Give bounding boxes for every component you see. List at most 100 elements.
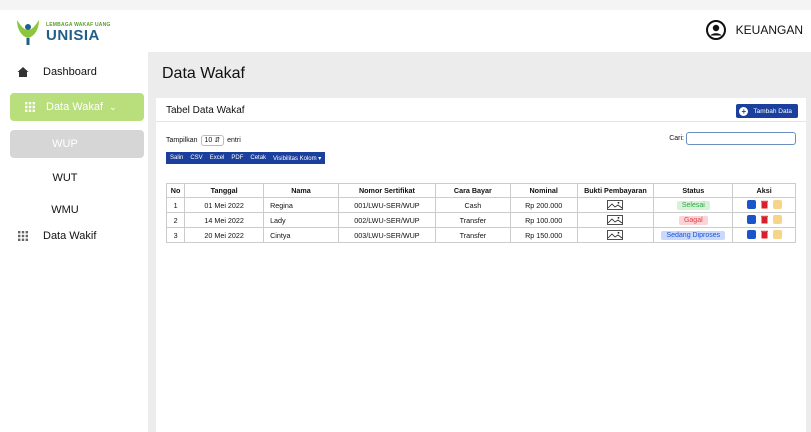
cell-date: 20 Mei 2022 [184, 227, 265, 243]
cell-payment-method: Transfer [434, 212, 511, 228]
table-row: 3 20 Mei 2022 Cintya 003/LWU-SER/WUP Tra… [165, 227, 796, 243]
top-band [0, 0, 811, 10]
search-label: Cari: [669, 135, 684, 142]
table-header-row: No Tanggal Nama Nomor Sertifikat Cara Ba… [165, 183, 796, 198]
cell-status: Gagal [653, 212, 734, 228]
entries-length: Tampilkan 10 ⇵ entri [166, 135, 241, 146]
logo[interactable]: LEMBAGA WAKAF UANG UNISIA [14, 17, 111, 47]
user-name: KEUANGAN [735, 23, 803, 37]
edit-icon[interactable] [746, 214, 756, 224]
col-header[interactable]: Status [653, 183, 734, 198]
sidebar-item-label: WUP [52, 138, 78, 150]
column-visibility-button[interactable]: Visibilitas Kolom ▾ [273, 155, 321, 162]
col-header[interactable]: Nomor Sertifikat [337, 183, 436, 198]
cell-certificate: 003/LWU-SER/WUP [337, 227, 436, 243]
cell-status: Selesai [653, 197, 734, 213]
cell-no: 2 [165, 212, 186, 228]
page-title: Data Wakaf [162, 65, 245, 82]
sidebar-item-label: Data Wakaf [46, 101, 104, 113]
status-badge: Selesai [676, 201, 710, 210]
table-row: 1 01 Mei 2022 Regina 001/LWU-SER/WUP Cas… [165, 197, 796, 213]
pdf-button[interactable]: PDF [231, 155, 243, 161]
sidebar-item-wup[interactable]: WUP [10, 130, 144, 158]
col-header[interactable]: Aksi [732, 183, 796, 198]
length-suffix: entri [227, 137, 241, 144]
cell-proof [576, 197, 655, 213]
add-data-label: Tambah Data [753, 107, 792, 115]
excel-button[interactable]: Excel [210, 155, 225, 161]
grid-icon [18, 231, 28, 241]
edit-icon[interactable] [746, 199, 756, 209]
logo-big-text: UNISIA [46, 26, 100, 44]
more-icon[interactable] [772, 214, 782, 224]
cell-actions [732, 212, 796, 228]
cell-amount: Rp 100.000 [509, 212, 578, 228]
sidebar-item-data-wakaf[interactable]: Data Wakaf ⌄ [10, 93, 144, 121]
sidebar-item-wmu[interactable]: WMU [10, 196, 144, 224]
export-buttons: Salin CSV Excel PDF Cetak Visibilitas Ko… [166, 152, 326, 164]
col-header[interactable]: Nominal [509, 183, 578, 198]
status-badge: Gagal [678, 216, 708, 225]
trash-icon[interactable] [760, 215, 769, 224]
cell-status: Sedang Diproses [653, 227, 734, 243]
col-header[interactable]: Bukti Pembayaran [576, 183, 655, 198]
sidebar-item-label: WUT [52, 172, 78, 184]
chevron-down-icon: ⌄ [109, 101, 117, 112]
sidebar-item-dashboard[interactable]: Dashboard [17, 66, 97, 78]
cell-amount: Rp 150.000 [509, 227, 578, 243]
sidebar-item-data-wakif[interactable]: Data Wakif [17, 230, 96, 242]
image-icon[interactable] [607, 200, 624, 210]
length-select[interactable]: 10 ⇵ [200, 135, 225, 146]
cell-payment-method: Cash [434, 197, 511, 213]
main-content: Data Wakaf Tabel Data Wakaf + Tambah Dat… [148, 52, 811, 432]
sidebar-item-label: Data Wakif [43, 230, 97, 242]
cell-name: Regina [263, 197, 339, 213]
image-icon[interactable] [607, 230, 624, 240]
cell-date: 14 Mei 2022 [184, 212, 265, 228]
cell-actions [732, 197, 796, 213]
cell-payment-method: Transfer [434, 227, 511, 243]
more-icon[interactable] [772, 229, 782, 239]
select-arrows-icon: ⇵ [214, 137, 221, 144]
copy-button[interactable]: Salin [170, 155, 183, 161]
search-input[interactable] [686, 132, 796, 145]
sidebar-item-label: Dashboard [43, 66, 97, 78]
card-header: Tabel Data Wakaf + Tambah Data [156, 98, 806, 122]
col-header[interactable]: Cara Bayar [434, 183, 511, 198]
home-icon [17, 67, 29, 77]
col-header[interactable]: Nama [263, 183, 339, 198]
sidebar-item-wut[interactable]: WUT [10, 164, 144, 192]
grid-icon [25, 102, 35, 112]
more-icon[interactable] [772, 199, 782, 209]
status-badge: Sedang Diproses [661, 231, 726, 240]
user-menu[interactable]: KEUANGAN [705, 20, 803, 40]
cell-no: 3 [165, 227, 186, 243]
sidebar: Dashboard Data Wakaf ⌄ WUP WUT WMU Data … [0, 52, 148, 432]
length-value: 10 [204, 137, 213, 144]
col-header[interactable]: Tanggal [184, 183, 265, 198]
cell-no: 1 [165, 197, 186, 213]
card-title: Tabel Data Wakaf [166, 105, 245, 116]
add-data-button[interactable]: + Tambah Data [736, 104, 798, 118]
cell-date: 01 Mei 2022 [184, 197, 265, 213]
logo-text: LEMBAGA WAKAF UANG UNISIA [46, 22, 111, 43]
length-prefix: Tampilkan [166, 137, 198, 144]
header: LEMBAGA WAKAF UANG UNISIA KEUANGAN [0, 10, 811, 52]
cell-amount: Rp 200.000 [509, 197, 578, 213]
col-header[interactable]: No [165, 183, 186, 198]
print-button[interactable]: Cetak [250, 155, 266, 161]
image-icon[interactable] [607, 215, 624, 225]
plus-icon: + [739, 106, 749, 116]
cell-proof [576, 212, 655, 228]
data-table: No Tanggal Nama Nomor Sertifikat Cara Ba… [165, 183, 796, 243]
table-card: Tabel Data Wakaf + Tambah Data Tampilkan… [156, 98, 806, 432]
edit-icon[interactable] [746, 229, 756, 239]
table-row: 2 14 Mei 2022 Lady 002/LWU-SER/WUP Trans… [165, 212, 796, 228]
trash-icon[interactable] [760, 230, 769, 239]
trash-icon[interactable] [760, 200, 769, 209]
csv-button[interactable]: CSV [190, 155, 202, 161]
cell-name: Cintya [263, 227, 339, 243]
cell-name: Lady [263, 212, 339, 228]
sidebar-item-label: WMU [51, 204, 79, 216]
cell-actions [732, 227, 796, 243]
